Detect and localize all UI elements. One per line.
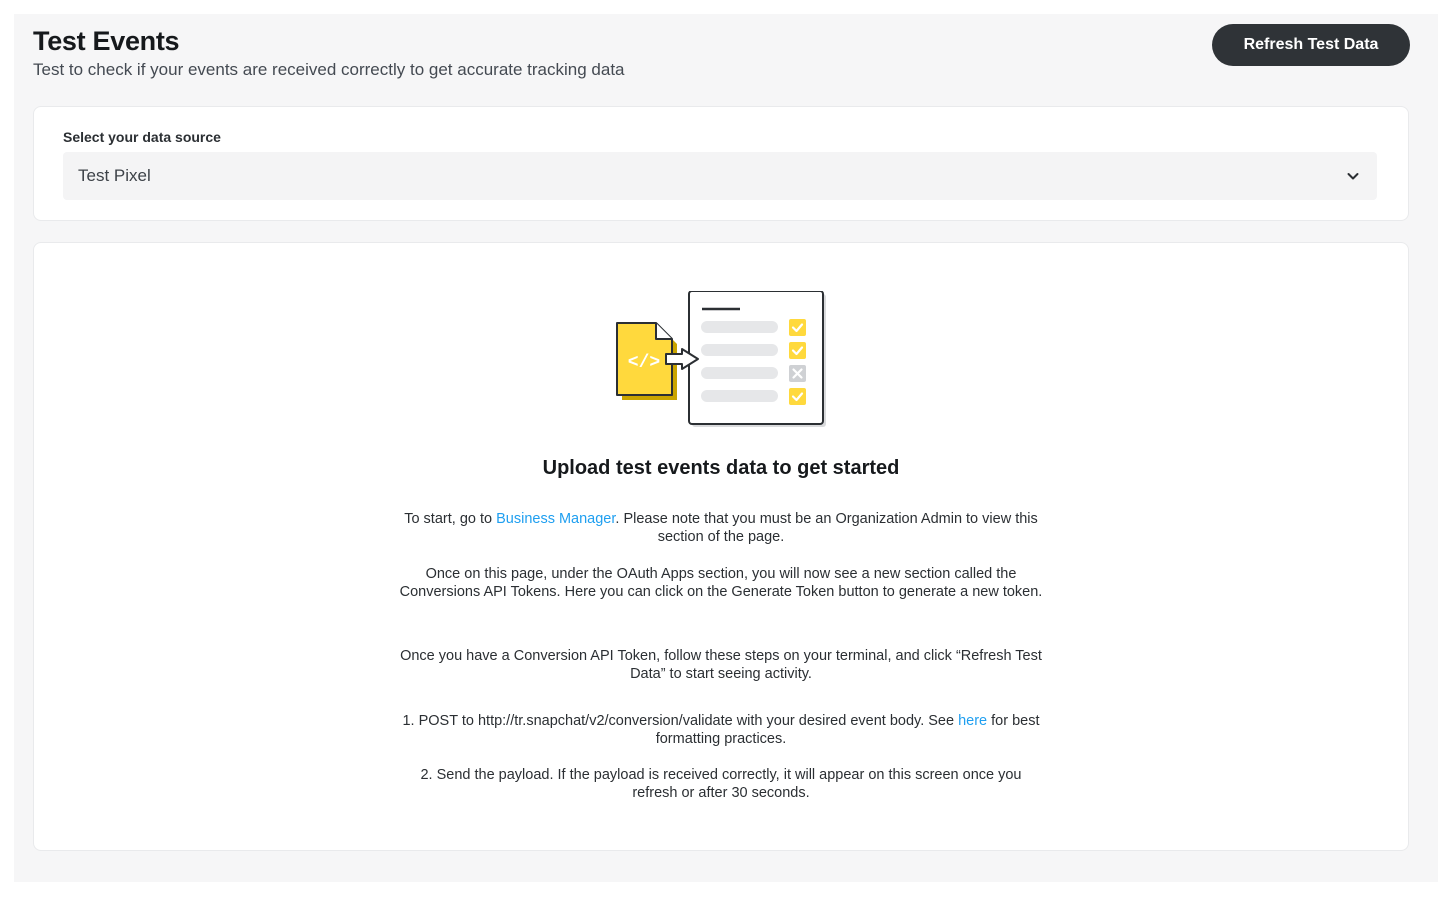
instructions-text: To start, go to (404, 511, 497, 527)
instructions-text: . Please note that you must be an Organi… (615, 511, 1038, 545)
data-source-card: Select your data source Test Pixel (33, 106, 1409, 221)
instructions-paragraph-1: To start, go to Business Manager. Please… (396, 511, 1046, 546)
data-source-selected-value: Test Pixel (78, 166, 151, 185)
formatting-practices-link[interactable]: here (958, 713, 987, 729)
step-2: 2. Send the payload. If the payload is r… (420, 767, 1022, 801)
data-source-label: Select your data source (63, 129, 221, 145)
business-manager-link[interactable]: Business Manager (496, 511, 615, 527)
page-title: Test Events (33, 26, 180, 56)
step-1: 1. POST to http://tr.snapchat/v2/convers… (396, 713, 1046, 748)
refresh-test-data-button[interactable]: Refresh Test Data (1212, 24, 1410, 66)
svg-text:</>: </> (628, 353, 660, 373)
data-source-select[interactable]: Test Pixel (63, 152, 1377, 200)
instructions-paragraph-3: Once you have a Conversion API Token, fo… (400, 648, 1042, 682)
checklist-document-icon (688, 291, 826, 427)
code-file-checklist-illustration: </> (616, 291, 826, 427)
empty-state-heading: Upload test events data to get started (542, 457, 900, 479)
empty-state-card: </> Upload test events data to get start… (33, 242, 1409, 851)
page-subtitle: Test to check if your events are receive… (33, 60, 625, 79)
instructions-paragraph-2: Once on this page, under the OAuth Apps … (399, 566, 1043, 600)
step-1-text: 1. POST to http://tr.snapchat/v2/convers… (402, 713, 959, 729)
chevron-down-icon (1347, 173, 1359, 180)
test-events-page: Test Events Test to check if your events… (14, 14, 1438, 882)
